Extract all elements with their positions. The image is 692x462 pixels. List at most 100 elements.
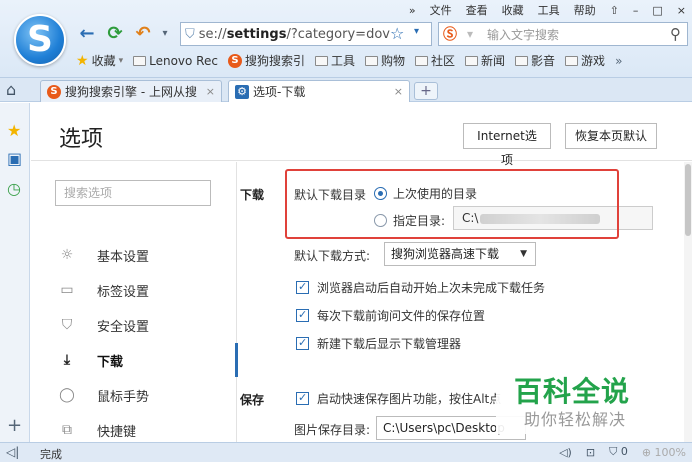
sidebar-rail: ★ ▣ ◷ +	[0, 103, 30, 442]
folder-icon	[133, 55, 147, 66]
bookmark-games[interactable]: 游戏	[565, 52, 605, 69]
bookmark-shopping[interactable]: 购物	[364, 52, 405, 69]
bookmark-sogou[interactable]: S 搜狗搜索引	[227, 52, 305, 69]
search-engine-dropdown-icon[interactable]: ▾	[467, 27, 473, 41]
minimize-button[interactable]: –	[633, 4, 639, 17]
maximize-button[interactable]: □	[652, 4, 662, 17]
sogou-icon: S	[47, 84, 61, 99]
screenshot-icon[interactable]: ⊡	[586, 446, 595, 459]
bookmark-star-icon[interactable]: ☆	[390, 24, 404, 43]
watermark: 百科全说 助你轻松解决	[496, 368, 674, 434]
folder-icon	[465, 55, 479, 66]
folder-icon	[415, 55, 428, 66]
image-save-dir-label: 图片保存目录:	[294, 423, 371, 437]
bookmarks-more[interactable]: »	[615, 54, 622, 68]
download-icon: ⤓	[63, 352, 71, 368]
scrollbar[interactable]	[684, 162, 692, 442]
refresh-icon[interactable]: ⟳	[104, 22, 126, 44]
bookmarks-bar: ★ 收藏 ▾ Lenovo Rec S 搜狗搜索引 工具 购物 社区 新闻 影音 游戏…	[76, 52, 622, 69]
nav-item-tabs[interactable]: ▭ 标签设置	[31, 273, 237, 307]
close-window-button[interactable]: ×	[677, 4, 686, 17]
bookmark-favorites[interactable]: ★ 收藏 ▾	[76, 52, 123, 69]
star-icon: ★	[76, 52, 89, 69]
nav-item-download[interactable]: ⤓ 下载	[31, 343, 238, 377]
adblock-counter[interactable]: ⛉ 0	[609, 445, 628, 459]
bookmark-lenovo[interactable]: Lenovo Rec	[133, 54, 218, 68]
option-ask-save-location[interactable]: 每次下载前询问文件的保存位置	[296, 307, 485, 324]
checkbox-checked-icon[interactable]	[296, 336, 309, 350]
home-icon[interactable]: ⌂	[6, 80, 16, 99]
checkbox-checked-icon[interactable]	[296, 391, 309, 405]
nav-item-basic[interactable]: ☼ 基本设置	[31, 238, 237, 272]
shortcut-icon: ⧉	[62, 422, 72, 438]
menu-expand-icon[interactable]: »	[409, 4, 416, 17]
option-quick-save-images[interactable]: 启动快速保存图片功能，按住Alt点	[296, 390, 501, 407]
menu-favorites[interactable]: 收藏	[502, 2, 524, 18]
nav-item-mouse-gestures[interactable]: ◯ 鼠标手势	[31, 378, 237, 412]
address-url: se://settings/?category=dov	[198, 26, 390, 42]
status-text: 完成	[40, 448, 62, 461]
section-download-label: 下载	[240, 188, 265, 202]
new-tab-button[interactable]: +	[414, 82, 438, 100]
bookmark-community[interactable]: 社区	[415, 52, 455, 69]
option-resume-downloads[interactable]: 浏览器启动后自动开始上次未完成下载任务	[296, 279, 545, 296]
menu-tools[interactable]: 工具	[538, 2, 560, 18]
folder-icon	[515, 55, 529, 66]
skin-icon[interactable]: ⇧	[610, 4, 619, 17]
tab-options-download[interactable]: ⚙ 选项-下载 ×	[228, 80, 410, 102]
security-shield-icon: ⛉	[185, 26, 195, 42]
search-box[interactable]: Ⓢ ▾ 输入文字搜索 ⚲	[438, 22, 688, 46]
undo-close-icon[interactable]: ↶	[132, 22, 154, 44]
page-header: 选项 Internet选项 恢复本页默认	[31, 103, 692, 167]
sogou-logo[interactable]: S	[14, 14, 66, 66]
checkbox-checked-icon[interactable]	[296, 308, 309, 322]
mouse-icon: ◯	[59, 387, 75, 403]
nav-item-shortcuts[interactable]: ⧉ 快捷键	[31, 413, 237, 442]
history-clock-icon[interactable]: ◷	[7, 179, 21, 198]
options-search-input[interactable]: 搜索选项	[55, 180, 211, 206]
option-show-manager[interactable]: 新建下载后显示下载管理器	[296, 335, 461, 352]
add-sidebar-icon[interactable]: +	[7, 415, 22, 436]
address-dropdown-icon[interactable]: ▾	[414, 26, 419, 37]
menu-file[interactable]: 文件	[430, 2, 452, 18]
bookmark-media[interactable]: 影音	[515, 52, 555, 69]
highlight-box	[285, 169, 619, 239]
download-method-select[interactable]: 搜狗浏览器高速下载 ▼	[384, 242, 536, 266]
search-engine-icon[interactable]: Ⓢ	[443, 24, 457, 44]
back-icon[interactable]: ←	[76, 22, 98, 44]
reader-icon[interactable]: ▣	[7, 149, 22, 168]
menu-help[interactable]: 帮助	[574, 2, 596, 18]
menubar: » 文件 查看 收藏 工具 帮助 ⇧ – □ ×	[409, 2, 686, 18]
favorites-star-icon[interactable]: ★	[7, 121, 21, 140]
tab-bar: ⌂ S 搜狗搜索引擎 - 上网从搜 × ⚙ 选项-下载 × +	[0, 78, 692, 102]
tab-sogou-search[interactable]: S 搜狗搜索引擎 - 上网从搜 ×	[40, 80, 222, 102]
speaker-icon[interactable]: ◁)	[559, 446, 572, 459]
status-bar: ◁| 完成 ◁) ⊡ ⛉ 0 ⊕ 100%	[0, 442, 692, 462]
folder-icon	[364, 55, 378, 66]
tab-close-icon[interactable]: ×	[206, 85, 215, 98]
undo-dropdown-icon[interactable]: ▾	[160, 22, 170, 44]
watermark-subtitle: 助你轻松解决	[524, 410, 627, 429]
sogou-icon: S	[227, 53, 242, 68]
restore-defaults-button[interactable]: 恢复本页默认	[565, 123, 657, 149]
zoom-level[interactable]: ⊕ 100%	[642, 446, 686, 459]
tab-label: 选项-下载	[253, 85, 306, 99]
chevron-down-icon: ▼	[520, 249, 527, 259]
tab-close-icon[interactable]: ×	[394, 85, 403, 98]
section-save-label: 保存	[240, 393, 265, 407]
sidebar-toggle-icon[interactable]: ◁|	[6, 445, 19, 459]
gear-icon: ☼	[60, 247, 74, 263]
bookmark-news[interactable]: 新闻	[465, 52, 505, 69]
search-icon[interactable]: ⚲	[670, 25, 681, 43]
search-input[interactable]: 输入文字搜索	[487, 26, 559, 43]
nav-item-security[interactable]: ⛉ 安全设置	[31, 308, 237, 342]
checkbox-checked-icon[interactable]	[296, 280, 309, 294]
bookmark-tools[interactable]: 工具	[314, 52, 355, 69]
browser-frame: S » 文件 查看 收藏 工具 帮助 ⇧ – □ × ← ⟳ ↶ ▾ ⛉ se:…	[0, 0, 692, 78]
scrollbar-thumb[interactable]	[685, 164, 691, 236]
folder-icon	[565, 55, 579, 66]
menu-view[interactable]: 查看	[466, 2, 488, 18]
internet-options-button[interactable]: Internet选项	[463, 123, 551, 167]
watermark-title: 百科全说	[514, 375, 631, 408]
settings-gear-icon: ⚙	[235, 84, 249, 99]
